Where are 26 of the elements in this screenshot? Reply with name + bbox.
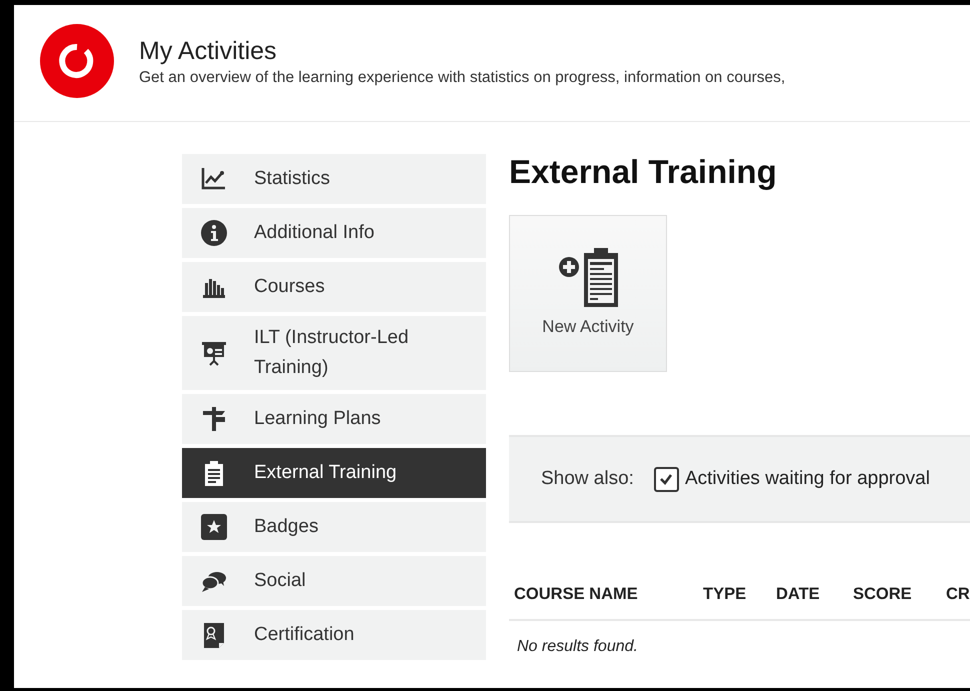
sidebar-item[interactable]: Learning Plans: [182, 394, 486, 444]
sidebar-item[interactable]: External Training: [182, 448, 486, 498]
sidebar-item[interactable]: Social: [182, 556, 486, 606]
new-activity-button[interactable]: New Activity: [509, 215, 667, 372]
sidebar-item[interactable]: Additional Info: [182, 208, 486, 258]
column-header[interactable]: SCORE: [853, 585, 946, 604]
sidebar-item[interactable]: Certification: [182, 610, 486, 660]
logo-icon: [39, 23, 115, 99]
sidebar-item[interactable]: Statistics: [182, 154, 486, 204]
info-icon: [200, 219, 228, 247]
sidebar-item[interactable]: ILT (Instructor-Led Training): [182, 316, 486, 390]
section-title: External Training: [509, 152, 778, 192]
presentation-board-icon: [200, 339, 228, 367]
page-title: My Activities: [139, 36, 278, 66]
column-header[interactable]: CR: [946, 585, 970, 604]
filter-label: Show also:: [541, 468, 634, 490]
column-header[interactable]: TYPE: [703, 585, 776, 604]
column-header[interactable]: COURSE NAME: [514, 585, 703, 604]
empty-message: No results found.: [516, 637, 639, 656]
signpost-icon: [200, 405, 228, 433]
approval-checkbox[interactable]: Activities waiting for approval: [654, 466, 930, 492]
column-header[interactable]: DATE: [776, 585, 853, 604]
sidebar-item[interactable]: Badges: [182, 502, 486, 552]
sidebar-item[interactable]: Courses: [182, 262, 486, 312]
page-description: Get an overview of the learning experience with statistics on progress, information on courses,: [139, 68, 786, 86]
check-icon: [659, 473, 674, 485]
